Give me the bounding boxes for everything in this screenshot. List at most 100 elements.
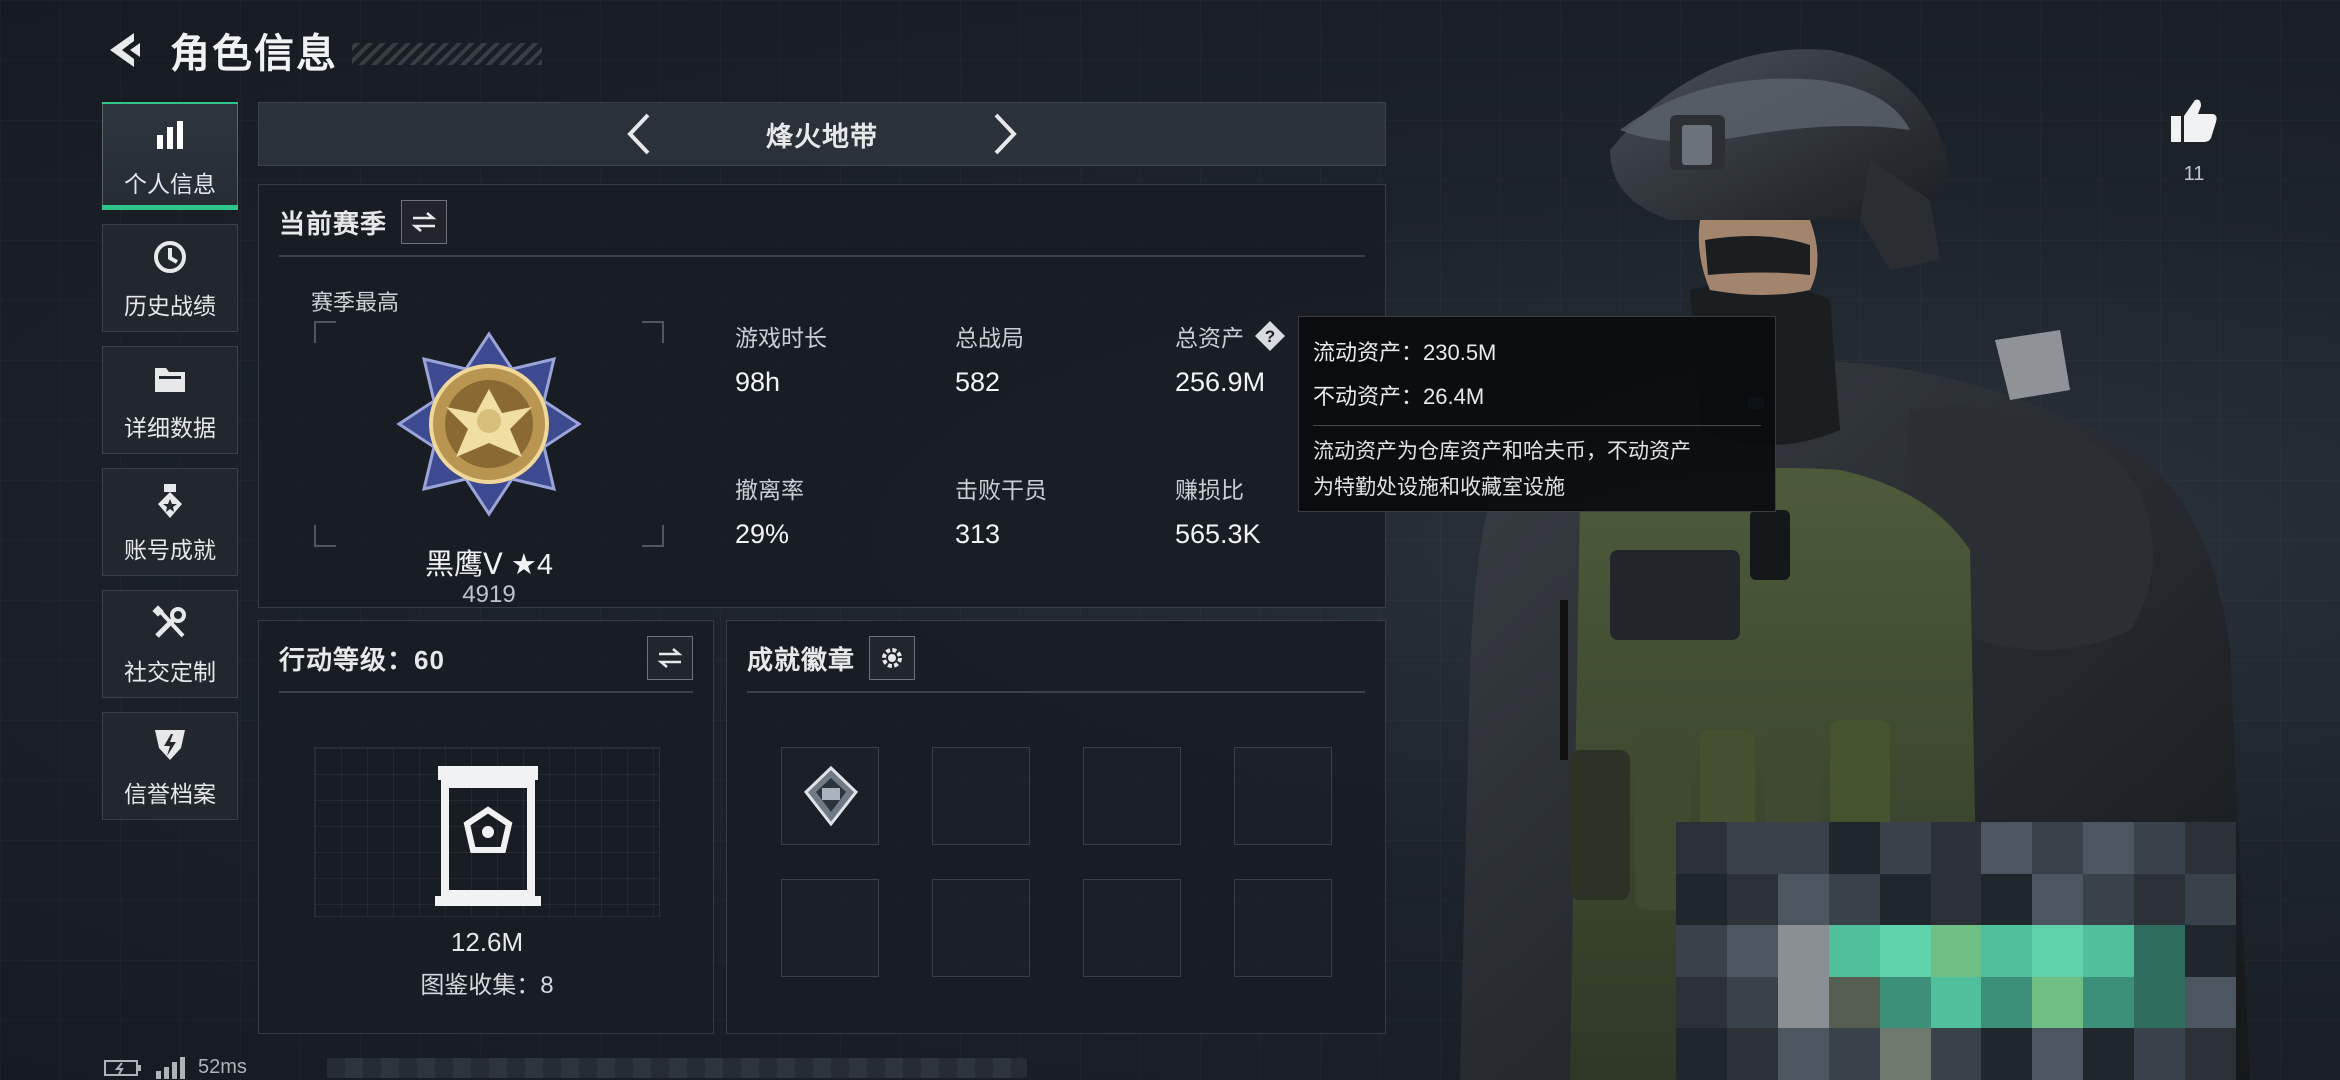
tooltip-description: 为特勤处设施和收藏室设施 (1313, 476, 1565, 499)
level-switch-button[interactable] (647, 636, 693, 680)
mosaic-cell (2134, 976, 2186, 1029)
mosaic-cell (1777, 976, 1829, 1029)
svg-text:?: ? (1265, 327, 1275, 346)
like-button[interactable]: 11 (2168, 96, 2220, 186)
mosaic-cell (2032, 925, 2084, 977)
rank-name: 黑鹰Ⅴ ★4 (424, 549, 554, 581)
mosaic-cell (1879, 1028, 1931, 1080)
ping-value: 52ms (198, 1056, 247, 1078)
mosaic-cell (2083, 873, 2135, 926)
mosaic-cell (2083, 976, 2135, 1029)
mosaic-cell (1828, 976, 1880, 1029)
header-decoration (352, 43, 542, 65)
achievement-settings-button[interactable] (869, 636, 916, 680)
achievement-slot[interactable] (781, 747, 879, 845)
rank-emblem-icon (396, 331, 582, 517)
achievement-slot[interactable] (1083, 747, 1181, 845)
mosaic-cell (2185, 976, 2236, 1029)
side-navigation: 个人信息 历史战绩 详细数据 账号成就 社交定制 信誉档案 (102, 102, 238, 834)
achievement-panel-header: 成就徽章 (747, 633, 1365, 683)
stat-profit-loss-ratio: 赚损比 565.3K (1175, 471, 1261, 550)
mosaic-cell (2083, 822, 2135, 874)
mode-next-button[interactable] (975, 104, 1035, 164)
mosaic-cell (1726, 873, 1778, 926)
sidebar-item-details[interactable]: 详细数据 (102, 346, 238, 454)
swap-icon (657, 648, 683, 668)
stat-value: 29% (735, 519, 790, 549)
achievement-panel: 成就徽章 (726, 620, 1386, 1034)
mosaic-cell (1676, 976, 1727, 1029)
mosaic-cell (1930, 925, 1982, 977)
mosaic-cell (2185, 1028, 2236, 1080)
collection-count: 图鉴收集：8 (420, 972, 554, 999)
sidebar-item-label: 信誉档案 (124, 781, 216, 807)
pixelated-region (1676, 822, 2236, 1080)
mosaic-cell (1777, 925, 1829, 977)
sidebar-item-credit[interactable]: 信誉档案 (102, 712, 238, 820)
frame-corner (642, 321, 664, 343)
history-clock-icon (148, 235, 192, 279)
mosaic-cell (1930, 873, 1982, 926)
mosaic-cell (2185, 822, 2236, 874)
rank-frame (314, 321, 664, 547)
achievement-slot[interactable] (932, 879, 1030, 977)
sidebar-item-personal-info[interactable]: 个人信息 (102, 102, 238, 210)
stat-value: 313 (955, 519, 1001, 549)
mosaic-cell (1676, 925, 1727, 977)
chevron-right-icon (994, 113, 1017, 155)
mosaic-cell (1879, 976, 1931, 1029)
thumbs-up-icon (2171, 99, 2217, 142)
stat-label: 击败干员 (955, 477, 1047, 503)
achievement-slot[interactable] (1234, 879, 1332, 977)
sidebar-item-social[interactable]: 社交定制 (102, 590, 238, 698)
asset-tooltip: 流动资产：230.5M 不动资产：26.4M 流动资产为仓库资产和哈夫币，不动资… (1298, 316, 1776, 512)
mode-prev-button[interactable] (609, 104, 669, 164)
mosaic-cell (1879, 873, 1931, 926)
back-arrow-icon (110, 33, 140, 67)
mosaic-cell (1981, 976, 2033, 1029)
tools-icon (148, 601, 192, 645)
stat-label-row: 总资产 ? (1175, 319, 1286, 353)
mosaic-cell (1930, 822, 1982, 874)
season-panel-header: 当前赛季 (279, 197, 1365, 247)
stat-label: 撤离率 (735, 477, 804, 503)
back-button[interactable] (100, 25, 150, 75)
collection-preview[interactable] (314, 747, 660, 917)
page-title: 角色信息 (170, 32, 338, 76)
stat-extraction-rate: 撤离率 29% (735, 471, 804, 550)
mosaic-cell (2032, 1028, 2084, 1080)
achievement-slot[interactable] (1083, 879, 1181, 977)
season-title: 当前赛季 (279, 208, 388, 239)
mosaic-cell (2083, 925, 2135, 977)
mosaic-cell (1726, 822, 1778, 874)
mosaic-cell (1879, 925, 1931, 977)
help-icon[interactable]: ? (1254, 320, 1286, 352)
divider (747, 691, 1365, 693)
achievement-slot[interactable] (781, 879, 879, 977)
sidebar-item-label: 历史战绩 (124, 293, 216, 319)
season-switch-button[interactable] (401, 200, 448, 244)
sidebar-item-history[interactable]: 历史战绩 (102, 224, 238, 332)
action-level-panel: 行动等级：60 12.6M 图鉴收集：8 (258, 620, 714, 1034)
season-panel: 当前赛季 赛季最高 黑鹰Ⅴ ★4 4919 游戏时长 98h 总战局 582 总… (258, 184, 1386, 608)
divider (279, 255, 1365, 257)
level-panel-header: 行动等级：60 (279, 633, 693, 683)
stat-total-matches: 总战局 582 (955, 319, 1024, 398)
achievement-badge-icon (803, 765, 859, 827)
sidebar-item-achievements[interactable]: 账号成就 (102, 468, 238, 576)
achievement-slot[interactable] (932, 747, 1030, 845)
status-footer: 52ms (104, 1056, 1027, 1079)
stat-operators-defeated: 击败干员 313 (955, 471, 1047, 550)
sidebar-item-label: 详细数据 (124, 415, 216, 441)
collection-vault-icon (435, 766, 541, 906)
mosaic-cell (1930, 976, 1982, 1029)
blurred-text (326, 1057, 1027, 1078)
medal-icon (148, 479, 192, 523)
mosaic-cell (1828, 873, 1880, 926)
mosaic-cell (2032, 873, 2084, 926)
mosaic-cell (1981, 873, 2033, 926)
sidebar-item-label: 账号成就 (124, 537, 216, 563)
divider (279, 691, 693, 693)
achievement-slot[interactable] (1234, 747, 1332, 845)
season-best-label: 赛季最高 (311, 290, 400, 315)
